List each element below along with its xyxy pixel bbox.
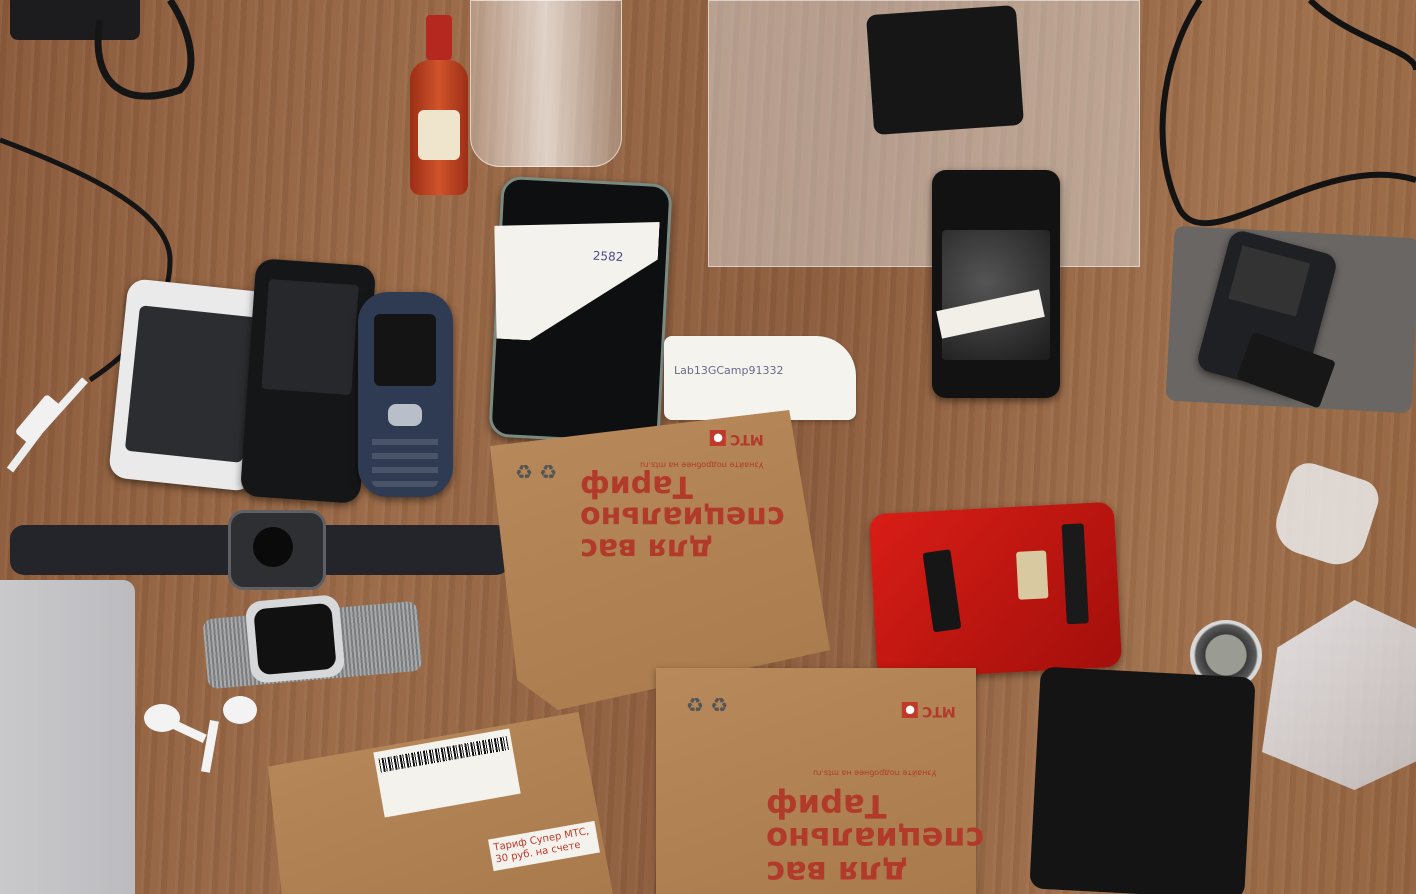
foil-bag	[1262, 600, 1416, 790]
iphone-with-note: 2582	[488, 175, 673, 446]
envelope-bottom-line-1: Тариф	[766, 786, 887, 825]
envelope-center-line-1: Тариф	[580, 468, 693, 504]
tariff-sticker-text: Тариф Супер МТС, 30 руб. на счете	[492, 826, 590, 866]
address-label	[373, 728, 521, 818]
laptop	[0, 580, 135, 894]
hot-sauce-bottle	[404, 15, 474, 195]
apple-watch-silver	[244, 594, 346, 684]
mts-logo-icon: ●	[710, 430, 726, 446]
envelope-bottom-line-3: для вас	[766, 853, 908, 892]
cable-right	[1159, 0, 1416, 227]
plastic-cup	[1268, 457, 1384, 573]
mts-logo-icon-2: ●	[902, 702, 919, 718]
barcode	[378, 736, 509, 773]
envelope-center-small: Узнайте подробнее на mts.ru	[640, 460, 764, 470]
paper-note: 2582	[488, 213, 659, 346]
black-phone-in-bag	[865, 4, 1025, 136]
earbuds	[144, 696, 257, 773]
mts-envelope-bottom-left: Тариф Супер МТС, 30 руб. на счете	[268, 712, 613, 894]
tariff-sticker: Тариф Супер МТС, 30 руб. на счете	[488, 820, 600, 872]
recycle-icon: ♻ ♻	[515, 460, 558, 484]
envelope-center-line-3: для вас	[580, 531, 713, 567]
red-hard-drive	[868, 501, 1123, 680]
envelope-center-line-2: специально	[580, 500, 785, 535]
recycle-icon-2: ♻ ♻	[686, 693, 729, 717]
envelope-bottom-brand: МТС	[922, 703, 956, 719]
black-slim-phone	[239, 258, 377, 504]
photo-scene: 2582 Lab13GCamp91332 для вас специально …	[0, 0, 1416, 894]
mts-envelope-center: для вас специально Тариф Узнайте подробн…	[490, 410, 830, 710]
mts-envelope-bottom: ♻ ♻ МТС● Узнайте подробнее на mts.ru для…	[656, 668, 984, 894]
white-card: Lab13GCamp91332	[664, 336, 856, 420]
envelope-center-brand: МТС	[730, 431, 764, 447]
apple-watch-black	[228, 510, 326, 590]
paper-note-text: 2582	[592, 248, 624, 265]
nokia-3310	[358, 292, 453, 497]
black-wallet	[1029, 666, 1256, 894]
cracked-iphone	[932, 170, 1060, 398]
envelope-bottom-small: Узнайте подробнее на mts.ru	[812, 768, 936, 778]
white-card-text: Lab13GCamp91332	[674, 364, 784, 377]
envelope-bottom-line-2: специально	[766, 820, 985, 859]
glass-mug	[470, 0, 622, 167]
